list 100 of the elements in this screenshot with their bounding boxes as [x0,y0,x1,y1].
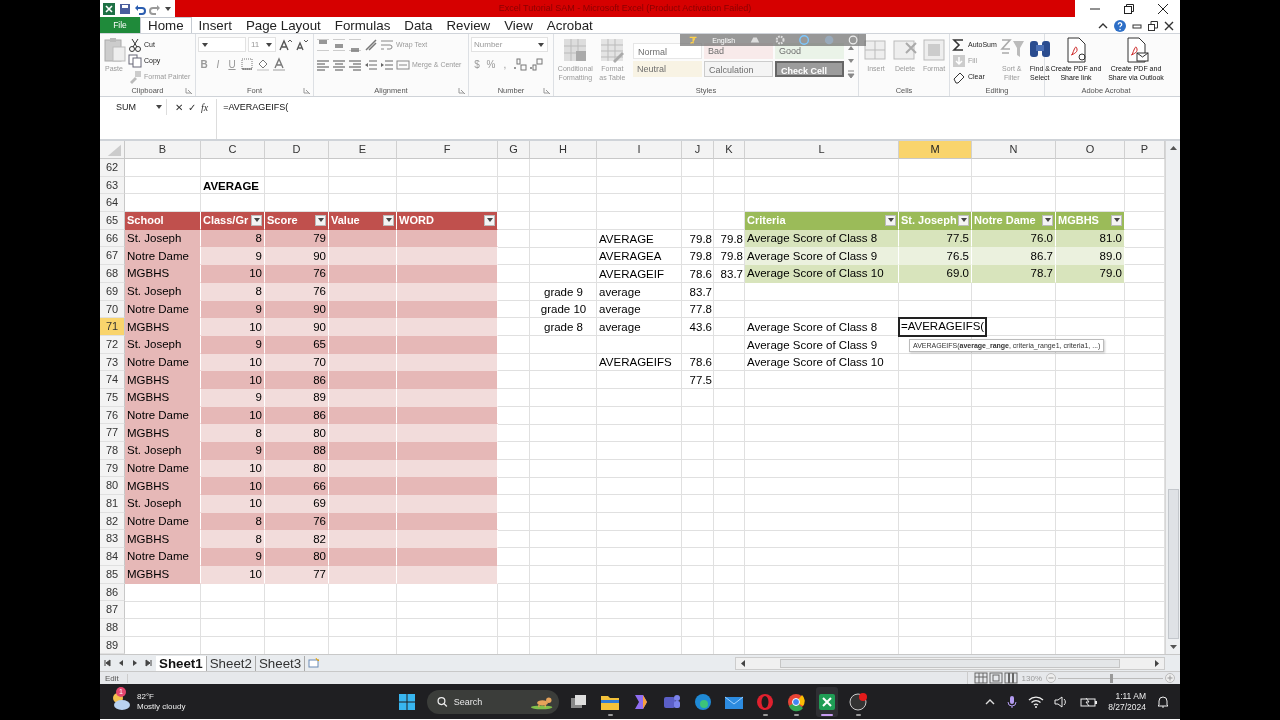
cell-text: 43.6 [689,320,712,335]
cell-text: 86 [313,372,326,387]
scissors-icon [128,37,142,52]
cell-text: 77.5 [689,373,712,388]
ime-icon [688,34,699,46]
ribbon-tab[interactable]: Data [397,17,440,33]
column-header[interactable]: D [265,141,329,159]
name-box[interactable]: SUM [100,99,166,115]
dialog-launcher-icon [185,87,192,94]
row-header[interactable]: 65 [100,212,125,230]
cell-text: 10 [249,372,262,387]
row-header[interactable]: 87 [100,601,125,619]
cell-text: 70 [313,354,326,369]
row-header[interactable]: 77 [100,424,125,442]
filter-button[interactable] [958,214,969,226]
cell-text: 83.7 [720,266,743,281]
cell-text: 90 [313,248,326,263]
column-header[interactable]: F [397,141,498,159]
orientation-icon [364,37,378,52]
column-header[interactable]: I [597,141,682,159]
filter-button[interactable] [383,214,394,226]
cell-text: 80 [313,425,326,440]
row-header[interactable]: 80 [100,477,125,496]
horizontal-scrollbar[interactable] [735,656,1165,670]
normal-view-button[interactable] [973,671,988,685]
column-header[interactable]: O [1056,141,1125,159]
sheet-tab[interactable]: Sheet3 [255,655,306,671]
close-button[interactable] [1158,3,1168,14]
formula-button[interactable]: ✓ [188,101,196,113]
cell-text: average [599,302,641,317]
fill-color-icon [256,57,270,71]
edge-icon [693,691,713,712]
ribbon-tab[interactable]: Formulas [327,17,398,33]
row-header[interactable]: 71 [100,318,125,336]
column-header[interactable]: E [329,141,397,159]
page-break-view-button[interactable] [1003,671,1018,685]
column-header[interactable]: L [745,141,899,159]
ribbon-tab[interactable]: Page Layout [238,17,328,33]
search-box[interactable]: Search [427,689,559,714]
sheet-tab[interactable]: Sheet2 [206,655,256,671]
customize-button[interactable] [164,4,172,13]
row-header[interactable]: 62 [100,159,125,177]
cell-text: 8 [255,284,262,299]
cell-text: AVERAGE [203,178,260,193]
cell-editor[interactable]: =AVERAGEIFS( [898,317,988,337]
scroll-thumb[interactable] [1167,489,1179,639]
cell-text: 9 [255,301,262,316]
row-header[interactable]: 81 [100,495,125,513]
ribbon-tab[interactable]: Insert [191,17,239,33]
filter-button[interactable] [1042,214,1053,226]
status-mode: Edit [105,673,128,683]
row-header[interactable]: 64 [100,194,125,213]
header-text: Notre Dame [974,213,1036,228]
sheet-tab[interactable]: Sheet1 [156,655,207,671]
filter-button[interactable] [1111,214,1122,226]
file-tab[interactable]: File [100,17,140,33]
cell-text: 9 [255,248,262,263]
ribbon-tab[interactable]: Acrobat [539,17,600,33]
zoom-slider-thumb[interactable] [1109,673,1113,683]
ribbon-tab[interactable]: Review [439,17,498,33]
page-layout-view-button[interactable] [988,671,1003,685]
column-header[interactable]: G [498,141,530,159]
cell-text: 79.8 [720,249,743,264]
cell-text: Average Score of Class 9 [747,337,878,352]
vertical-scrollbar[interactable] [1165,141,1180,654]
column-header[interactable]: J [682,141,714,159]
row-header[interactable]: 67 [100,247,125,266]
search-input[interactable]: Search [453,696,524,707]
row-header[interactable]: 68 [100,265,125,283]
column-header[interactable]: H [530,141,597,159]
formula-button[interactable]: fx [201,101,209,113]
ribbon-tab[interactable]: View [497,17,540,33]
restore-button[interactable] [1124,3,1134,14]
filter-button[interactable] [885,214,896,226]
ribbon-tab[interactable]: Home [140,17,192,33]
cell-text: 76 [313,266,326,281]
filter-button[interactable] [251,214,262,226]
cell-text: 90 [313,319,326,334]
clock[interactable]: 1:11 AM 8/27/2024 [1108,690,1146,713]
column-header[interactable]: K [714,141,745,159]
taskbar-app[interactable] [816,686,838,717]
row-header[interactable]: 83 [100,530,125,549]
search-icon [437,695,448,708]
column-header[interactable]: M [899,141,972,159]
cell-text: 78.7 [1030,266,1053,281]
scroll-thumb[interactable] [780,658,1120,668]
row-header[interactable]: 78 [100,442,125,460]
cell-text: 9 [255,337,262,352]
cell-text: 79.8 [689,249,712,264]
row-header[interactable]: 84 [100,548,125,566]
column-header[interactable]: B [125,141,201,159]
column-header[interactable]: C [201,141,265,159]
column-header[interactable]: P [1125,141,1165,159]
filter-button[interactable] [484,214,495,226]
row-header[interactable]: 74 [100,371,125,389]
save-button[interactable] [119,2,131,15]
formula-button[interactable]: ✕ [175,101,183,113]
column-header[interactable]: N [972,141,1056,159]
more-icon [846,69,856,79]
filter-button[interactable] [315,214,326,226]
